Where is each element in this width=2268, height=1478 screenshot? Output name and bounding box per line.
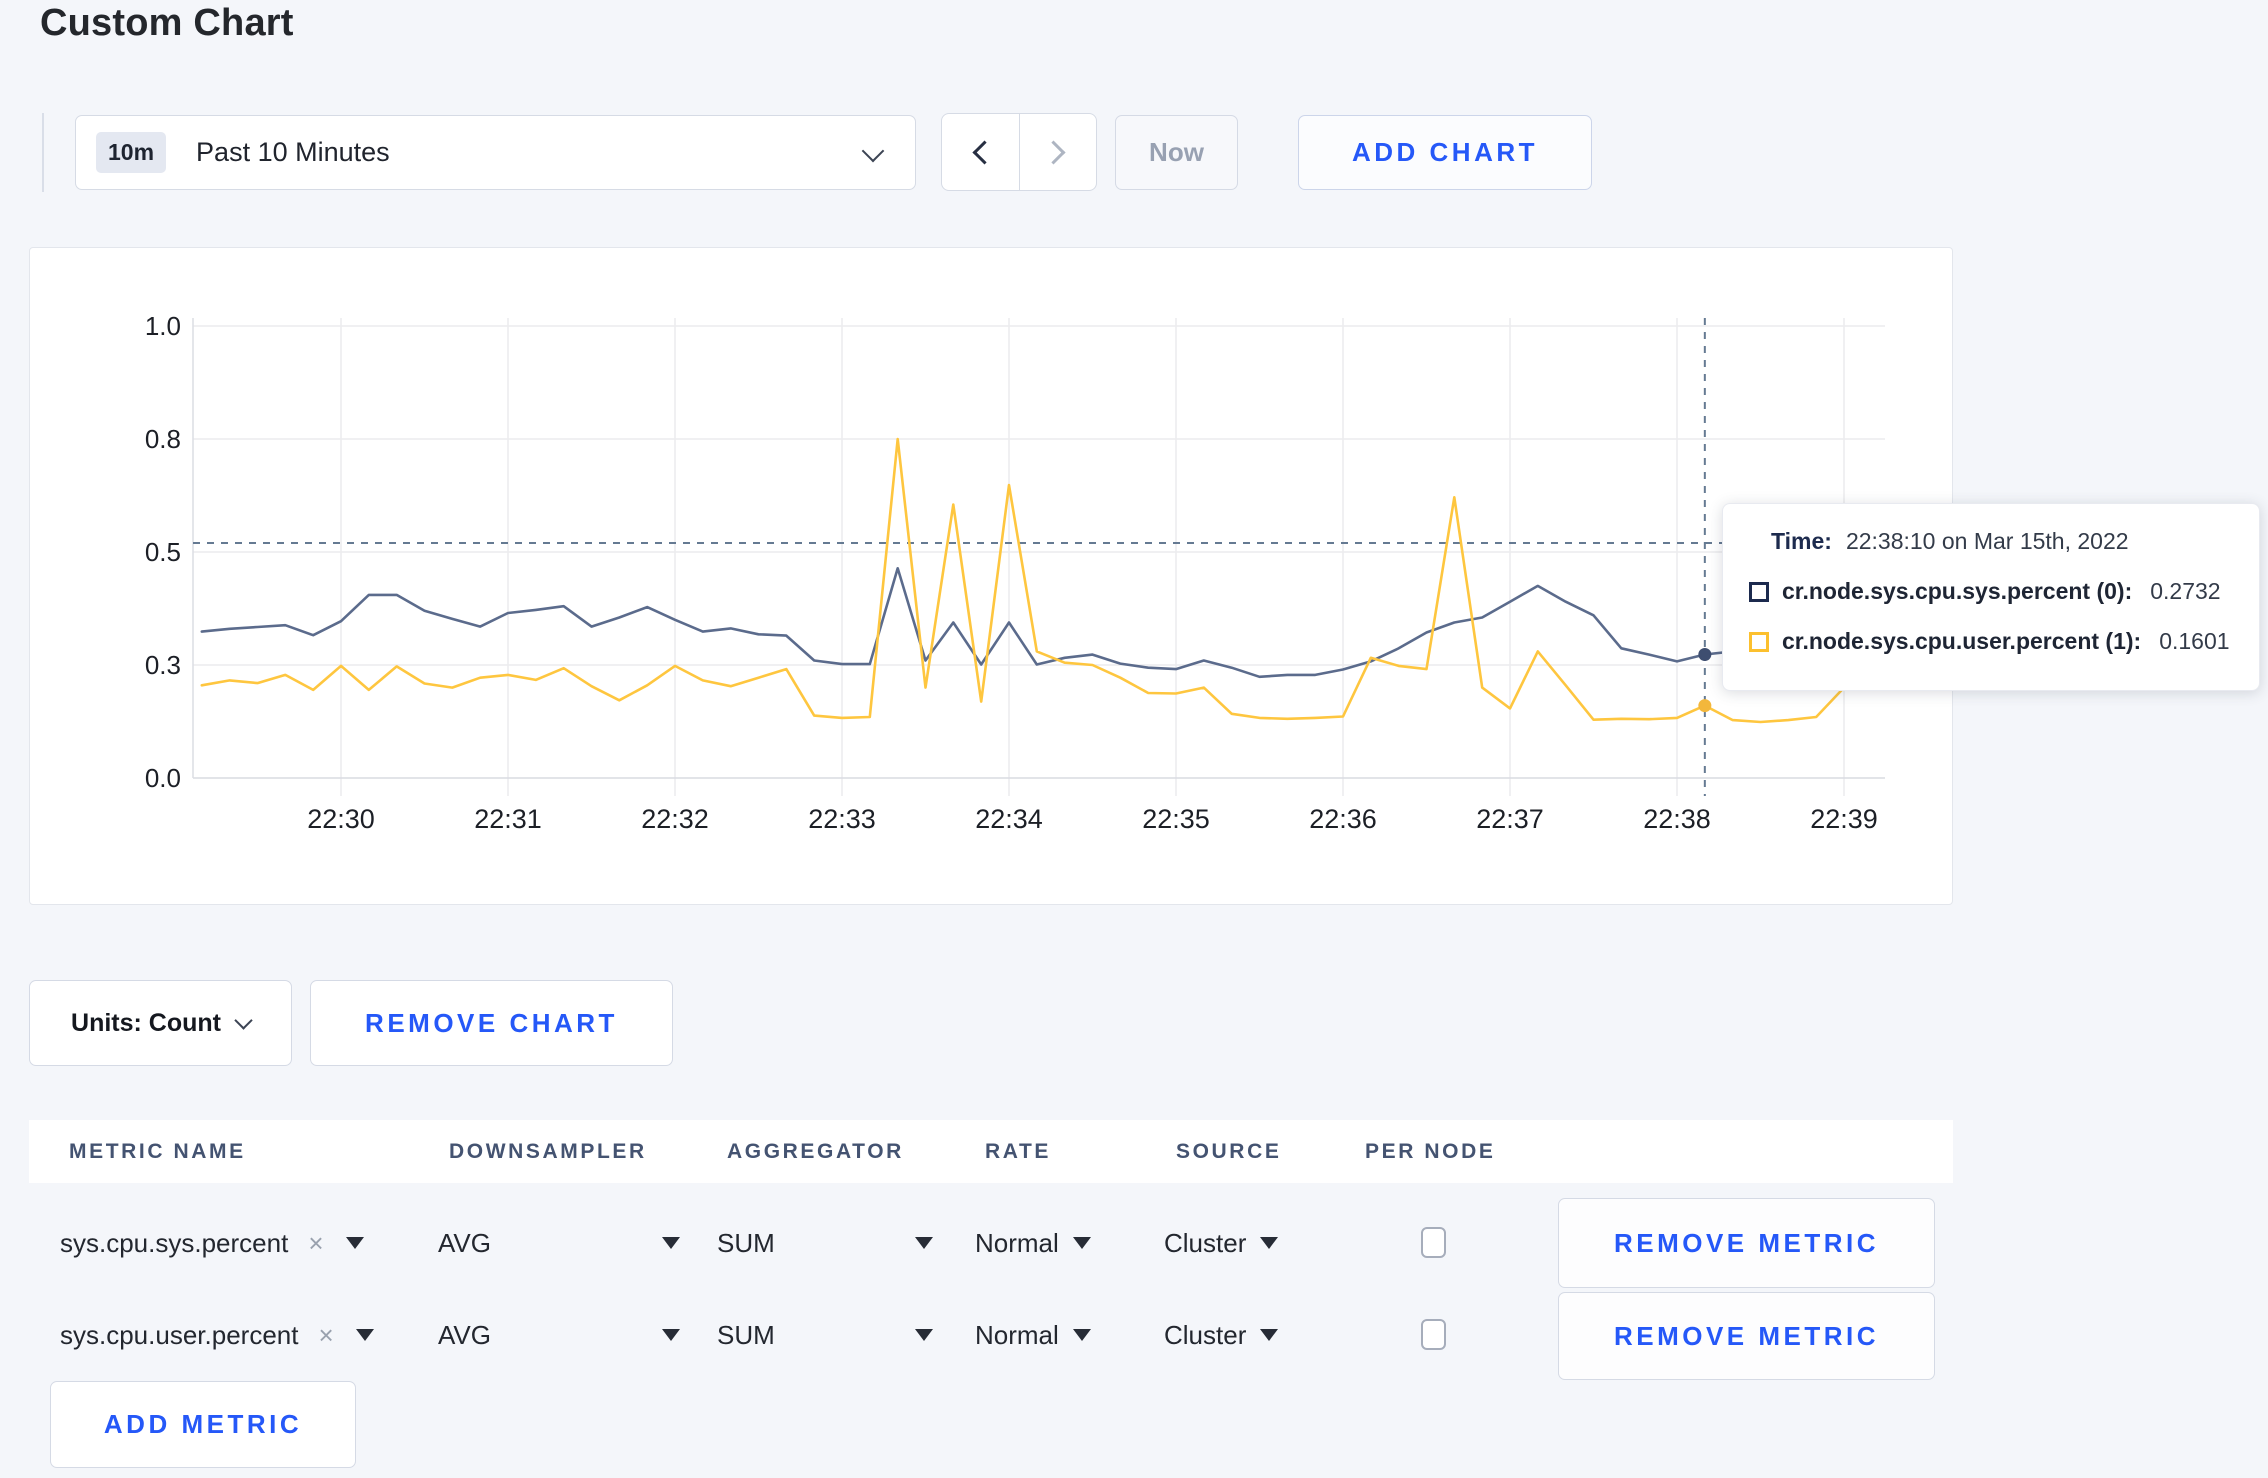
- metric-name: sys.cpu.user.percent: [60, 1319, 299, 1350]
- remove-chart-button[interactable]: REMOVE CHART: [310, 980, 673, 1066]
- tooltip-time-value: 22:38:10 on Mar 15th, 2022: [1845, 528, 2129, 554]
- caret-down-icon: [1260, 1329, 1279, 1341]
- metric-row: sys.cpu.sys.percent × AVG SUM Normal Clu…: [29, 1198, 1953, 1288]
- aggregator-value: SUM: [717, 1227, 775, 1258]
- svg-text:22:32: 22:32: [641, 804, 709, 834]
- per-node-checkbox[interactable]: [1421, 1319, 1446, 1350]
- col-aggregator: AGGREGATOR: [727, 1140, 904, 1163]
- units-label: Units: Count: [71, 1008, 221, 1037]
- caret-down-icon: [662, 1237, 680, 1249]
- add-chart-button[interactable]: ADD CHART: [1298, 115, 1592, 190]
- source-value: Cluster: [1164, 1227, 1247, 1258]
- time-nav-group: [941, 113, 1097, 191]
- chart-card: 22:30 22:31 22:32 22:33 22:34 22:35 22:36 22:37…: [29, 247, 1953, 905]
- chevron-left-icon: [972, 139, 997, 165]
- metric-name-select[interactable]: sys.cpu.sys.percent ×: [60, 1208, 364, 1278]
- tooltip-time-row: Time: 22:38:10 on Mar 15th, 2022: [1771, 528, 2129, 555]
- add-metric-button[interactable]: ADD METRIC: [50, 1381, 356, 1468]
- col-rate: RATE: [985, 1140, 1052, 1163]
- downsampler-value: AVG: [438, 1319, 491, 1350]
- svg-text:0.5: 0.5: [145, 537, 181, 567]
- caret-down-icon: [915, 1329, 933, 1341]
- metrics-table-header: METRIC NAME DOWNSAMPLER AGGREGATOR RATE …: [29, 1120, 1953, 1183]
- tooltip-series-row: cr.node.sys.cpu.sys.percent (0): 0.2732: [1749, 578, 2221, 605]
- chart-tooltip: Time: 22:38:10 on Mar 15th, 2022 cr.node.…: [1722, 503, 2260, 691]
- clear-metric-icon[interactable]: ×: [308, 1228, 323, 1259]
- svg-text:22:37: 22:37: [1476, 804, 1544, 834]
- svg-text:22:34: 22:34: [975, 804, 1043, 834]
- svg-text:22:38: 22:38: [1643, 804, 1711, 834]
- downsampler-value: AVG: [438, 1227, 491, 1258]
- downsampler-select[interactable]: AVG: [438, 1208, 680, 1278]
- tooltip-series-row: cr.node.sys.cpu.user.percent (1): 0.1601: [1749, 628, 2230, 655]
- col-metric-name: METRIC NAME: [69, 1140, 246, 1163]
- caret-down-icon: [915, 1237, 933, 1249]
- svg-text:1.0: 1.0: [145, 311, 181, 341]
- time-range-badge: 10m: [96, 132, 167, 173]
- tooltip-series-value: 0.1601: [2159, 628, 2230, 654]
- svg-text:22:30: 22:30: [307, 804, 375, 834]
- tooltip-time-label: Time:: [1771, 528, 1832, 554]
- time-range-label: Past 10 Minutes: [196, 137, 390, 167]
- toolbar-divider: [42, 113, 44, 192]
- svg-text:22:33: 22:33: [808, 804, 876, 834]
- caret-down-icon: [345, 1237, 364, 1249]
- tooltip-series-label: cr.node.sys.cpu.user.percent (1):: [1782, 628, 2142, 654]
- now-button[interactable]: Now: [1115, 115, 1238, 190]
- metric-row: sys.cpu.user.percent × AVG SUM Normal Cl…: [29, 1292, 1953, 1380]
- svg-text:22:39: 22:39: [1810, 804, 1878, 834]
- source-select[interactable]: Cluster: [1164, 1300, 1279, 1370]
- svg-text:22:36: 22:36: [1309, 804, 1377, 834]
- source-value: Cluster: [1164, 1319, 1247, 1350]
- aggregator-select[interactable]: SUM: [717, 1300, 933, 1370]
- col-downsampler: DOWNSAMPLER: [449, 1140, 647, 1163]
- per-node-checkbox[interactable]: [1421, 1227, 1446, 1258]
- time-range-picker[interactable]: 10m Past 10 Minutes: [75, 115, 916, 190]
- next-interval-button[interactable]: [1018, 114, 1097, 190]
- metric-name: sys.cpu.sys.percent: [60, 1227, 289, 1258]
- units-select[interactable]: Units: Count: [29, 980, 292, 1066]
- chart-svg[interactable]: 22:30 22:31 22:32 22:33 22:34 22:35 22:36 22:37…: [30, 248, 1954, 906]
- svg-text:22:31: 22:31: [474, 804, 542, 834]
- caret-down-icon: [355, 1329, 374, 1341]
- svg-text:22:35: 22:35: [1142, 804, 1210, 834]
- source-select[interactable]: Cluster: [1164, 1208, 1279, 1278]
- custom-chart-page: Custom Chart 10m Past 10 Minutes Now ADD…: [0, 0, 2268, 1478]
- prev-interval-button[interactable]: [942, 114, 1019, 190]
- rate-value: Normal: [975, 1227, 1059, 1258]
- chevron-down-icon: [861, 139, 885, 163]
- aggregator-value: SUM: [717, 1319, 775, 1350]
- rate-value: Normal: [975, 1319, 1059, 1350]
- caret-down-icon: [662, 1329, 680, 1341]
- svg-text:0.0: 0.0: [145, 763, 181, 793]
- svg-text:0.8: 0.8: [145, 424, 181, 454]
- svg-text:0.3: 0.3: [145, 650, 181, 680]
- rate-select[interactable]: Normal: [975, 1208, 1091, 1278]
- chevron-right-icon: [1041, 139, 1066, 165]
- metric-name-select[interactable]: sys.cpu.user.percent ×: [60, 1300, 374, 1370]
- clear-metric-icon[interactable]: ×: [318, 1320, 333, 1351]
- caret-down-icon: [1072, 1329, 1091, 1341]
- remove-metric-button[interactable]: REMOVE METRIC: [1558, 1198, 1935, 1288]
- remove-metric-button[interactable]: REMOVE METRIC: [1558, 1292, 1935, 1380]
- series-swatch-user-icon: [1749, 631, 1769, 652]
- aggregator-select[interactable]: SUM: [717, 1208, 933, 1278]
- tooltip-series-label: cr.node.sys.cpu.sys.percent (0):: [1782, 578, 2133, 604]
- chevron-down-icon: [234, 1010, 253, 1030]
- downsampler-select[interactable]: AVG: [438, 1300, 680, 1370]
- caret-down-icon: [1260, 1237, 1279, 1249]
- col-source: SOURCE: [1176, 1140, 1282, 1163]
- caret-down-icon: [1072, 1237, 1091, 1249]
- page-title: Custom Chart: [40, 2, 294, 44]
- tooltip-series-value: 0.2732: [2150, 578, 2221, 604]
- rate-select[interactable]: Normal: [975, 1300, 1091, 1370]
- series-swatch-sys-icon: [1749, 581, 1769, 602]
- col-per-node: PER NODE: [1365, 1140, 1496, 1163]
